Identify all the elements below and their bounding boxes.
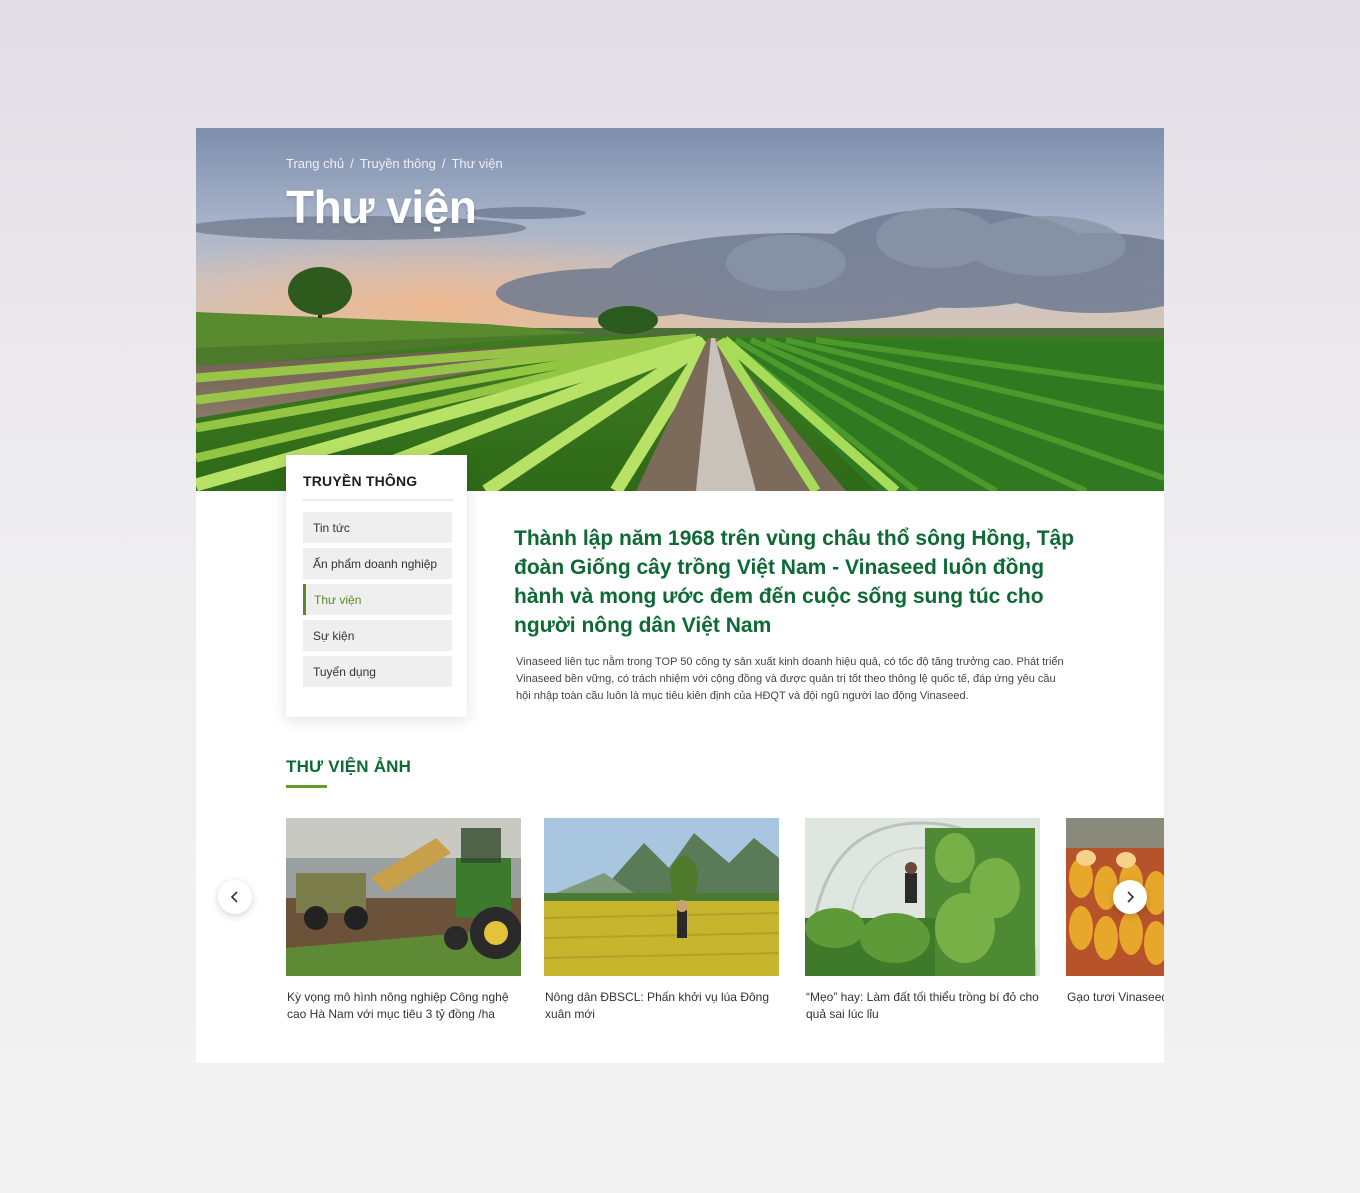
carousel-prev-button[interactable] bbox=[218, 880, 252, 914]
breadcrumb-separator: / bbox=[441, 156, 446, 171]
gallery-card[interactable]: Nông dân ĐBSCL: Phấn khởi vụ lúa Đông xu… bbox=[544, 818, 779, 1023]
gallery-caption[interactable]: Kỳ vọng mô hình nông nghiệp Công nghệ ca… bbox=[286, 989, 521, 1023]
gallery-title: THƯ VIỆN ẢNH bbox=[286, 757, 412, 776]
page-container: Trang chủ / Truyền thông / Thư viện Thư … bbox=[196, 128, 1164, 1063]
intro-heading: Thành lập năm 1968 trên vùng châu thổ sô… bbox=[514, 527, 1075, 637]
gallery-title-underline bbox=[286, 785, 327, 788]
intro-paragraph: Vinaseed liên tục nằm trong TOP 50 công … bbox=[516, 656, 1064, 702]
gallery-caption[interactable]: “Mẹo” hay: Làm đất tối thiểu trồng bí đỏ… bbox=[805, 989, 1040, 1023]
sidebar-title: TRUYỀN THÔNG bbox=[303, 473, 418, 489]
carousel-next-button[interactable] bbox=[1113, 880, 1147, 914]
gallery-image-rice-field[interactable] bbox=[544, 818, 779, 976]
sidebar-item-an-pham[interactable]: Ấn phẩm doanh nghiệp bbox=[303, 548, 452, 579]
gallery-card[interactable]: “Mẹo” hay: Làm đất tối thiểu trồng bí đỏ… bbox=[805, 818, 1040, 1023]
gallery-caption[interactable]: Gạo tươi Vinaseed bbox=[1066, 989, 1164, 1006]
sidebar-item-tuyen-dung[interactable]: Tuyển dụng bbox=[303, 656, 452, 687]
chevron-left-icon bbox=[230, 891, 238, 903]
breadcrumb: Trang chủ / Truyền thông / Thư viện bbox=[286, 156, 503, 171]
chevron-right-icon bbox=[1127, 891, 1135, 903]
breadcrumb-separator: / bbox=[350, 156, 354, 171]
sidebar-item-tin-tuc[interactable]: Tin tức bbox=[303, 512, 452, 543]
hero-banner: Trang chủ / Truyền thông / Thư viện Thư … bbox=[196, 128, 1164, 491]
sidebar-item-thu-vien[interactable]: Thư viện bbox=[303, 584, 452, 615]
gallery-card[interactable]: Gạo tươi Vinaseed bbox=[1066, 818, 1164, 1006]
gallery-image-tractor[interactable] bbox=[286, 818, 521, 976]
gallery-image-greenhouse[interactable] bbox=[805, 818, 1040, 976]
page-title: Thư viện bbox=[286, 181, 477, 233]
breadcrumb-home[interactable]: Trang chủ bbox=[286, 156, 344, 171]
breadcrumb-current: Thư viện bbox=[451, 156, 503, 171]
breadcrumb-section[interactable]: Truyền thông bbox=[360, 156, 436, 171]
sidebar-menu: TRUYỀN THÔNG Tin tức Ấn phẩm doanh nghiệ… bbox=[286, 455, 467, 717]
sidebar-item-su-kien[interactable]: Sự kiện bbox=[303, 620, 452, 651]
gallery-card[interactable]: Kỳ vọng mô hình nông nghiệp Công nghệ ca… bbox=[286, 818, 521, 1023]
gallery-caption[interactable]: Nông dân ĐBSCL: Phấn khởi vụ lúa Đông xu… bbox=[544, 989, 779, 1023]
sidebar-divider bbox=[303, 499, 453, 501]
